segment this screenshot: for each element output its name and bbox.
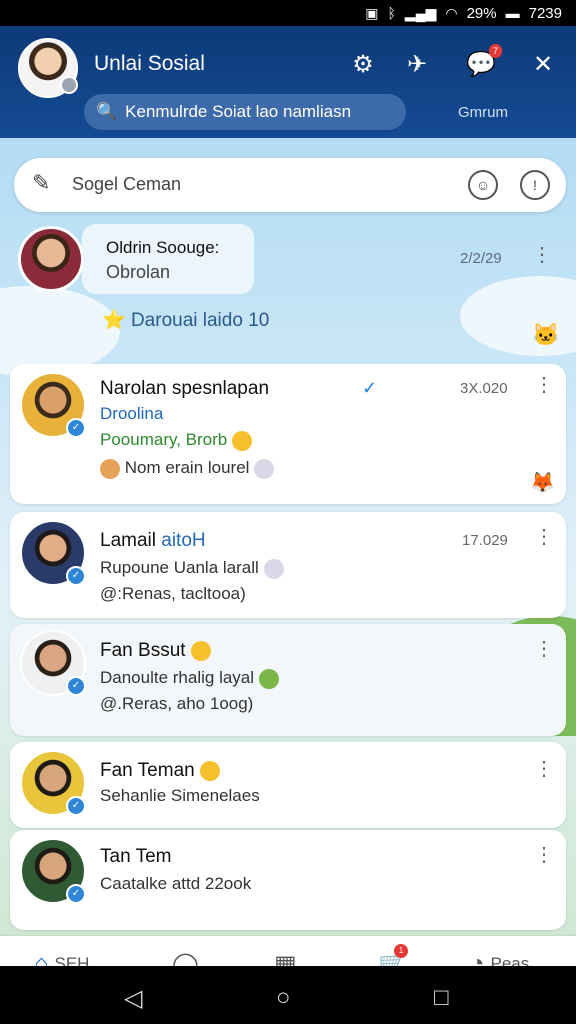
chat-line: Nom erain lourel (100, 458, 275, 479)
search-input[interactable]: Sogel Ceman (72, 174, 181, 195)
chat-item[interactable]: ✓ Fan Teman ⋮ Sehanlie Simenelaes (10, 742, 566, 828)
app-header: Unlai Sosial ⚙ ✈ 💬 7 ✕ 🔍 Kenmulrde Soiat … (0, 26, 576, 138)
nav-peas[interactable]: ◔ Peas (470, 948, 529, 966)
emoji-icon (263, 558, 284, 579)
pencil-icon: ✎ (32, 170, 51, 195)
notification-badge: 7 (488, 44, 502, 58)
nav-home-label: SEH (54, 954, 90, 966)
chat-line: Danoulte rhalig layal (100, 668, 279, 689)
home-icon: ⌂ (34, 950, 49, 966)
more-options-icon[interactable]: ⋮ (534, 845, 554, 865)
chat-line: Rupoune Uanla larall (100, 558, 284, 579)
chat-item[interactable]: ✓ Narolan spesnlapan ✓ 3X.020 ⋮ Droolina… (10, 364, 566, 504)
timer-icon[interactable]: ! (520, 170, 550, 200)
more-options-icon[interactable]: ⋮ (534, 759, 554, 779)
chat-line: @:Renas, tacltooa) (100, 584, 246, 603)
nav-grid[interactable]: ▦ (274, 948, 297, 967)
send-plane-icon[interactable]: ✈ (400, 48, 434, 82)
chat-name: Lamail aitoH (100, 530, 206, 551)
chat-avatar: ✓ (20, 750, 86, 816)
verified-icon: ✓ (66, 884, 86, 904)
chat-avatar: ✓ (20, 372, 86, 438)
community-search[interactable]: 🔍 Kenmulrde Soiat lao namliasn (84, 94, 406, 130)
settings-gear-icon[interactable]: ⚙ (346, 48, 380, 82)
chat-avatar: ✓ (20, 630, 86, 696)
smile-emoji-icon (199, 760, 220, 781)
clock-time: 7239 (528, 4, 562, 22)
system-nav-bar: ◁ ○ □ (0, 966, 576, 1024)
story-title: Oldrin Soouge: (106, 238, 220, 257)
chat-name: Fan Bssut (100, 640, 211, 662)
back-icon[interactable]: ◁ (124, 984, 142, 1013)
cart-badge: 1 (394, 944, 408, 958)
verified-icon: ✓ (66, 676, 86, 696)
nav-cart[interactable]: 🛒 1 (378, 944, 408, 966)
emoji-icon (100, 458, 120, 479)
bluetooth-icon: ᛒ (387, 5, 396, 21)
chat-line: Droolina (100, 404, 164, 423)
home-circle-icon[interactable]: ○ (276, 984, 291, 1012)
clock-icon: ◔ (470, 950, 485, 966)
chat-item[interactable]: ✓ Fan Bssut ⋮ Danoulte rhalig layal @.Re… (10, 624, 566, 736)
emoji-icon[interactable]: ☺ (468, 170, 498, 200)
signal-icon: ▂▄▆ (404, 4, 437, 21)
story-caption: ⭐ Darouai laido 10 (102, 310, 270, 331)
verified-icon: ✓ (66, 796, 86, 816)
tab-gmrum[interactable]: Gmrum (458, 104, 508, 121)
profile-avatar[interactable] (18, 38, 78, 98)
story-avatar[interactable] (18, 226, 84, 292)
nfc-icon: ▣ (365, 4, 379, 21)
smile-emoji-icon (231, 430, 252, 451)
search-icon: 🔍 (96, 102, 118, 121)
wifi-icon: ◠ (445, 4, 458, 21)
chat-line: @.Reras, aho 1oog) (100, 694, 254, 713)
nav-peas-label: Peas (490, 954, 530, 966)
chat-avatar: ✓ (20, 838, 86, 904)
chat-line: Pooumary, Brorb (100, 430, 252, 451)
verified-icon: ✓ (66, 418, 86, 438)
more-options-icon[interactable]: ⋮ (534, 639, 554, 659)
status-badge (60, 76, 78, 94)
app-screen: Unlai Sosial ⚙ ✈ 💬 7 ✕ 🔍 Kenmulrde Soiat … (0, 26, 576, 966)
emoji-icon (258, 668, 279, 689)
battery-level: 29% (466, 4, 497, 22)
chat-item[interactable]: ✓ Lamail aitoH 17.029 ⋮ Rupoune Uanla la… (10, 512, 566, 618)
nav-chat[interactable]: ◯ (172, 948, 199, 967)
message-icon[interactable]: 💬 7 (464, 44, 502, 82)
more-options-icon[interactable]: ⋮ (534, 527, 554, 547)
nav-home[interactable]: ⌂ SEH (34, 948, 89, 966)
more-options-icon[interactable]: ⋮ (532, 245, 552, 265)
chat-name: Tan Tem (100, 846, 172, 867)
cat-sticker-icon: 🐱 (532, 322, 560, 347)
chat-time: 17.029 (462, 532, 508, 549)
close-icon[interactable]: ✕ (526, 48, 560, 82)
chat-name: Fan Teman (100, 760, 220, 782)
grid-icon: ▦ (274, 950, 297, 967)
bottom-nav: ⌂ SEH ◯ ▦ 🛒 1 ◔ Peas (0, 936, 576, 966)
chat-line: Caatalke attd 22ook (100, 874, 252, 893)
chat-time: 3X.020 (460, 380, 508, 397)
star-icon: ⭐ (102, 310, 126, 331)
community-search-text: Kenmulrde Soiat lao namliasn (125, 102, 352, 121)
chat-item[interactable]: ✓ Tan Tem ⋮ Caatalke attd 22ook (10, 830, 566, 930)
chat-avatar: ✓ (20, 520, 86, 586)
more-options-icon[interactable]: ⋮ (534, 375, 554, 395)
status-bar: ▣ ᛒ ▂▄▆ ◠ 29% ▬ 7239 (0, 0, 576, 26)
smile-emoji-icon (190, 640, 211, 661)
app-title: Unlai Sosial (94, 52, 205, 75)
search-bar[interactable]: ✎ Sogel Ceman ☺ ! (14, 158, 566, 212)
chat-bubble-icon: ◯ (172, 950, 199, 967)
emoji-icon (254, 458, 275, 479)
chat-line: Sehanlie Simenelaes (100, 786, 260, 805)
story-time: 2/2/29 (460, 250, 502, 267)
chat-name: Narolan spesnlapan (100, 378, 270, 399)
story-bubble[interactable]: Oldrin Soouge: Obrolan (82, 224, 254, 294)
read-check-icon: ✓ (362, 378, 378, 398)
fox-sticker-icon: 🦊 (530, 472, 555, 494)
recents-icon[interactable]: □ (434, 984, 449, 1012)
verified-icon: ✓ (66, 566, 86, 586)
story-subtitle: Obrolan (106, 262, 171, 282)
battery-icon: ▬ (505, 5, 520, 21)
